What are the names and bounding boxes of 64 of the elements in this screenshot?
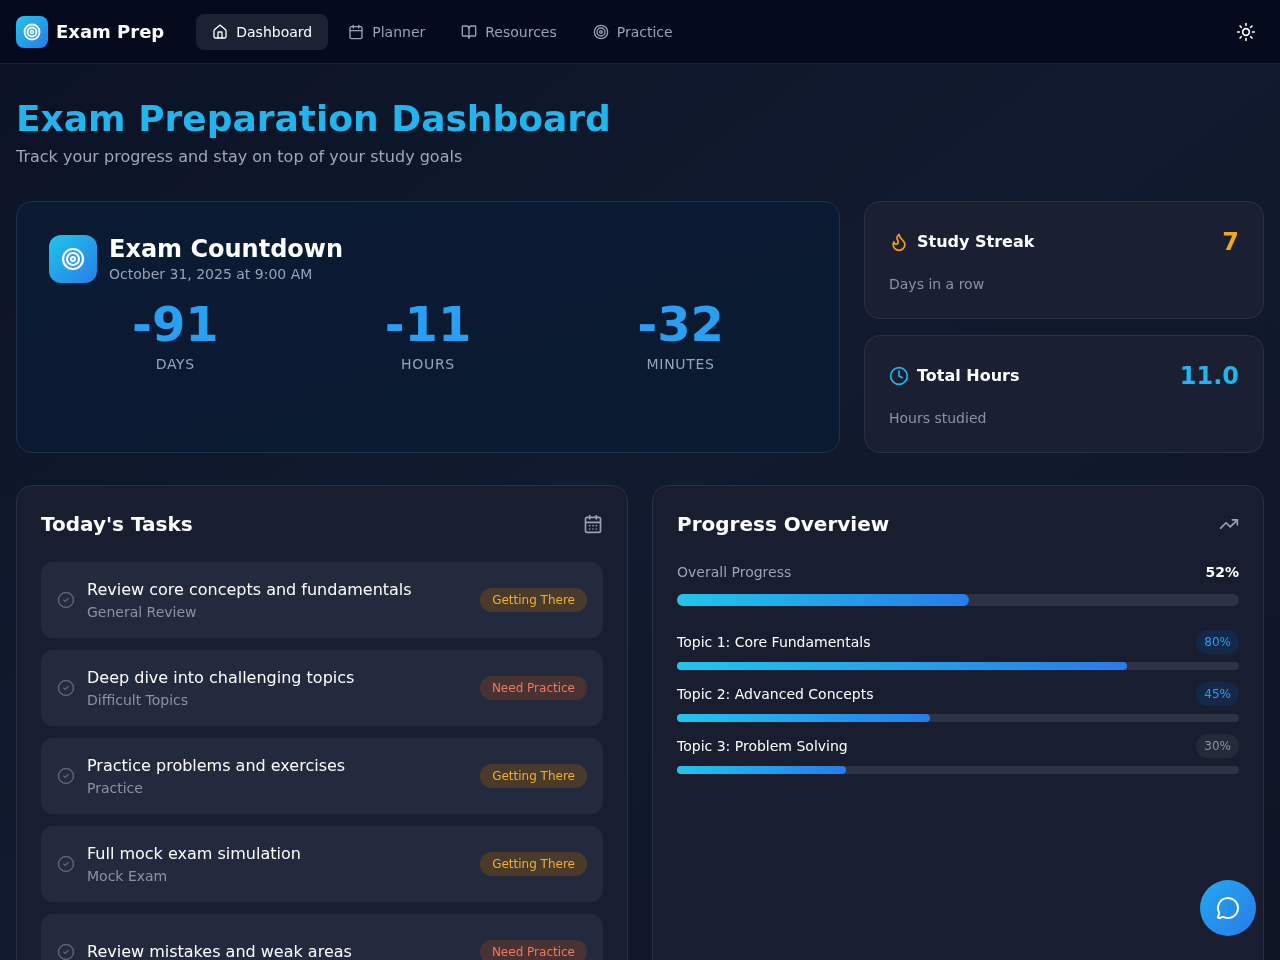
nav-tab[interactable]: Planner [332,13,442,50]
task-category: General Review [87,603,198,622]
countdown-value: -11 [384,296,472,354]
countdown-value: -32 [637,296,724,354]
stat-title: Total Hours [917,365,1020,387]
chat-icon [1216,896,1240,920]
status-badge: Getting There [480,588,587,612]
topic-percent: 80% [1196,630,1239,654]
stat-title: Study Streak [917,231,1035,253]
task-row[interactable]: Deep dive into challenging topics Difficult Topics Need Practice [41,650,603,726]
task-row[interactable]: Practice problems and exercises Practice Getting There [41,738,603,814]
topic-label: Topic 3: Problem Solving [677,737,848,756]
stat-caption: Hours studied [889,409,988,428]
task-category: Mock Exam [87,867,169,886]
card-title: Progress Overview [677,511,890,538]
topic-percent: 30% [1196,734,1239,758]
topic-label: Topic 1: Core Fundamentals [677,633,871,652]
logo-icon [16,15,48,48]
check-circle-icon [57,855,75,873]
overall-reading: 52% [1205,563,1239,582]
overall-label: Overall Progress [677,563,792,582]
card-title: Exam Countdown [109,234,344,264]
countdown-unit: HOURS [401,354,455,374]
task-category: Practice [87,779,144,798]
countdown-unit: DAYS [155,354,195,374]
topic-label: Topic 2: Advanced Concepts [677,685,874,704]
task-title: Review mistakes and weak areas [87,941,352,960]
stat-value: 11.0 [1179,361,1239,392]
check-circle-icon [57,591,75,609]
nav-tab[interactable]: Practice [576,13,689,50]
book-icon [461,23,478,40]
check-circle-icon [57,767,75,785]
exam-date: October 31, 2025 at 9:00 AM [109,265,314,284]
nav-tab[interactable]: Resources [445,13,573,50]
calendar-icon [348,23,365,40]
task-row[interactable]: Full mock exam simulation Mock Exam Getting There [41,826,603,902]
target-icon [592,23,609,40]
target-icon [49,235,97,283]
flame-icon [889,232,909,252]
status-badge: Need Practice [479,940,587,960]
countdown-value: -91 [131,296,219,354]
countdown-unit: MINUTES [646,354,715,374]
task-title: Full mock exam simulation [87,843,301,865]
page-subtitle: Track your progress and stay on top of your study goals [16,146,464,168]
status-badge: Need Practice [479,676,587,700]
home-icon [212,23,229,40]
stat-value: 7 [1222,227,1239,258]
task-row[interactable]: Review mistakes and weak areas Need Practice [41,914,603,960]
calendar-icon [583,514,603,534]
task-row[interactable]: Review core concepts and fundamentals General Review Getting There [41,562,603,638]
app-name: Exam Prep [56,19,165,44]
status-badge: Getting There [480,852,587,876]
task-category: Difficult Topics [87,691,190,710]
card-title: Today's Tasks [41,511,193,538]
task-title: Review core concepts and fundamentals [87,579,412,601]
status-badge: Getting There [480,764,587,788]
task-title: Practice problems and exercises [87,755,346,777]
nav-tab[interactable]: Dashboard [196,13,329,50]
clock-icon [889,366,909,386]
stat-caption: Days in a row [889,275,986,294]
topic-percent: 45% [1196,682,1239,706]
task-title: Deep dive into challenging topics [87,667,355,689]
page-title: Exam Preparation Dashboard [16,97,612,141]
check-circle-icon [57,679,75,697]
